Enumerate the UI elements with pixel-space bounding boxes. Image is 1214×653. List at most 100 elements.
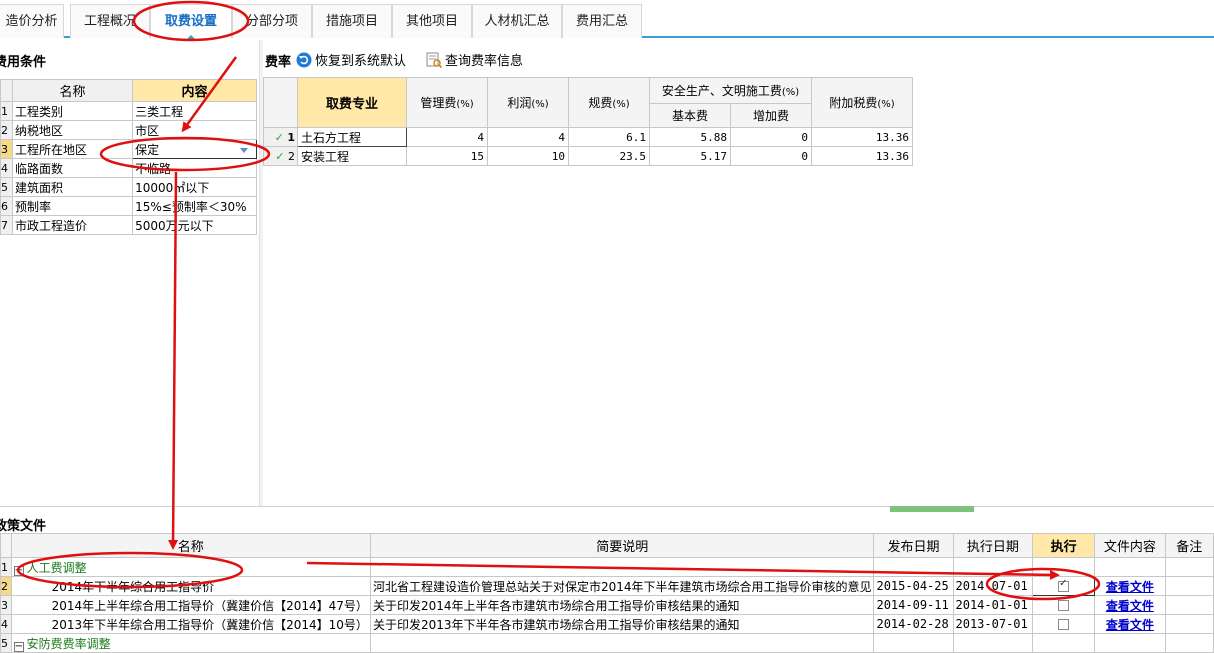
- condition-value[interactable]: 10000㎡以下: [132, 177, 257, 197]
- row-number-header: [263, 77, 298, 128]
- extra-fee-cell[interactable]: 0: [730, 127, 812, 147]
- column-header-content: 内容: [132, 79, 257, 102]
- main-tab-bar: 造价分析 工程概况 取费设置 分部分项 措施项目 其他项目 人材机汇总 费用汇总: [0, 0, 1214, 40]
- policy-name: 2014年上半年综合用工指导价（冀建价信【2014】47号）: [10, 595, 371, 615]
- condition-row: 3 工程所在地区 保定: [0, 139, 257, 159]
- policy-row[interactable]: 3 2014年上半年综合用工指导价（冀建价信【2014】47号） 关于印发201…: [0, 595, 1214, 615]
- execute-cell[interactable]: [1032, 576, 1096, 596]
- view-file-link[interactable]: 查看文件: [1106, 618, 1154, 632]
- policy-name: 2014年下半年综合用工指导价: [10, 576, 371, 596]
- query-rate-info-label: 查询费率信息: [445, 54, 524, 69]
- policy-row[interactable]: 2 2014年下半年综合用工指导价 河北省工程建设造价管理总站关于对保定市201…: [0, 576, 1214, 596]
- publish-date: 2014-02-28: [873, 614, 954, 634]
- collapse-icon[interactable]: −: [13, 641, 24, 652]
- row-number: 2: [0, 576, 12, 596]
- row-number: 2: [0, 120, 13, 140]
- row-number: 4: [0, 614, 12, 634]
- profit-cell[interactable]: 10: [487, 146, 569, 166]
- file-content-cell: 查看文件: [1094, 614, 1166, 634]
- restore-default-button[interactable]: 恢复到系统默认: [296, 50, 406, 69]
- tab-measures[interactable]: 措施项目: [312, 4, 392, 38]
- view-file-link[interactable]: 查看文件: [1106, 599, 1154, 613]
- column-header-publish-date: 发布日期: [873, 533, 954, 558]
- column-header-name: 名称: [11, 79, 134, 102]
- query-rate-info-button[interactable]: 查询费率信息: [426, 50, 523, 69]
- check-icon: ✓: [275, 149, 285, 163]
- column-header-note: 备注: [1164, 533, 1214, 558]
- publish-date: 2014-09-11: [873, 595, 954, 615]
- condition-value[interactable]: 三类工程: [132, 101, 257, 121]
- condition-name: 工程类别: [11, 101, 134, 121]
- row-number: 5: [0, 177, 13, 197]
- column-header-description: 简要说明: [369, 533, 875, 558]
- condition-value[interactable]: 5000万元以下: [132, 215, 257, 235]
- condition-value[interactable]: 市区: [132, 120, 257, 140]
- view-file-link[interactable]: 查看文件: [1106, 580, 1154, 594]
- region-dropdown-value: 保定: [135, 142, 160, 157]
- restore-icon: [296, 52, 312, 68]
- profit-cell[interactable]: 4: [487, 127, 569, 147]
- condition-value[interactable]: 15%≤预制率＜30%: [132, 196, 257, 216]
- base-fee-cell[interactable]: 5.88: [649, 127, 731, 147]
- fees-cell[interactable]: 23.5: [568, 146, 650, 166]
- fee-rate-grid: 取费专业 管理费(%) 利润(%) 规费(%) 安全生产、文明施工费(%) 附加…: [263, 77, 913, 166]
- row-number: 5: [0, 633, 12, 653]
- management-fee-cell[interactable]: 15: [406, 146, 488, 166]
- condition-row: 5 建筑面积 10000㎡以下: [0, 177, 257, 197]
- policy-description: 关于印发2014年上半年各市建筑市场综合用工指导价审核结果的通知: [369, 595, 875, 615]
- chevron-down-icon[interactable]: [240, 147, 248, 153]
- column-header-fees: 规费(%): [568, 77, 650, 128]
- condition-name: 临路面数: [11, 158, 134, 178]
- splitter-grip[interactable]: [890, 506, 974, 512]
- surtax-cell[interactable]: 13.36: [811, 127, 913, 147]
- execute-cell[interactable]: [1032, 614, 1096, 634]
- tab-fee-summary[interactable]: 费用汇总: [562, 4, 642, 38]
- rate-row[interactable]: ✓ 2 安装工程 15 10 23.5 5.17 0 13.36: [263, 146, 913, 166]
- tab-cost-analysis[interactable]: 造价分析: [0, 4, 64, 38]
- fee-conditions-title: 费用条件: [0, 55, 47, 70]
- condition-row: 2 纳税地区 市区: [0, 120, 257, 140]
- column-header-specialty: 取费专业: [297, 77, 407, 128]
- policy-files-title: 政策文件: [0, 519, 47, 534]
- row-number-header: [0, 79, 13, 102]
- column-header-exec-date: 执行日期: [952, 533, 1034, 558]
- group-name-cell[interactable]: − 安防费费率调整: [10, 633, 371, 653]
- surtax-cell[interactable]: 13.36: [811, 146, 913, 166]
- rate-row[interactable]: ✓ 1 土石方工程 4 4 6.1 5.88 0 13.36: [263, 127, 913, 147]
- condition-value[interactable]: 不临路: [132, 158, 257, 178]
- specialty-cell[interactable]: 安装工程: [297, 146, 407, 166]
- condition-name: 预制率: [11, 196, 134, 216]
- tab-other-items[interactable]: 其他项目: [392, 4, 472, 38]
- tab-project-overview[interactable]: 工程概况: [70, 4, 150, 38]
- tab-labor-material-summary[interactable]: 人材机汇总: [472, 4, 562, 38]
- policy-description: 关于印发2013年下半年各市建筑市场综合用工指导价审核结果的通知: [369, 614, 875, 634]
- row-number: 3: [0, 139, 13, 159]
- publish-date: 2015-04-25: [873, 576, 954, 596]
- group-name-cell[interactable]: − 人工费调整: [10, 557, 371, 577]
- policy-group-row[interactable]: 5 − 安防费费率调整: [0, 633, 1214, 653]
- file-content-cell: 查看文件: [1094, 595, 1166, 615]
- condition-row: 4 临路面数 不临路: [0, 158, 257, 178]
- execute-cell[interactable]: [1032, 595, 1096, 615]
- condition-name: 纳税地区: [11, 120, 134, 140]
- restore-default-label: 恢复到系统默认: [315, 54, 407, 69]
- fees-cell[interactable]: 6.1: [568, 127, 650, 147]
- horizontal-splitter[interactable]: [0, 506, 1214, 507]
- column-header-execute: 执行: [1032, 533, 1096, 558]
- specialty-cell[interactable]: 土石方工程: [297, 127, 407, 147]
- policy-row[interactable]: 4 2013年下半年综合用工指导价（冀建价信【2014】10号） 关于印发201…: [0, 614, 1214, 634]
- extra-fee-cell[interactable]: 0: [730, 146, 812, 166]
- management-fee-cell[interactable]: 4: [406, 127, 488, 147]
- tab-sub-items[interactable]: 分部分项: [232, 4, 312, 38]
- collapse-icon[interactable]: −: [13, 565, 24, 576]
- policy-group-row[interactable]: 1 − 人工费调整: [0, 557, 1214, 577]
- base-fee-cell[interactable]: 5.17: [649, 146, 731, 166]
- execute-checkbox[interactable]: [1058, 619, 1070, 630]
- row-number: ✓ 1: [263, 127, 298, 147]
- condition-row: 7 市政工程造价 5000万元以下: [0, 215, 257, 235]
- execute-checkbox[interactable]: [1058, 578, 1070, 592]
- row-number: 1: [0, 557, 12, 577]
- region-dropdown[interactable]: 保定: [132, 139, 257, 159]
- tab-fee-settings[interactable]: 取费设置: [150, 4, 232, 40]
- execute-checkbox[interactable]: [1058, 600, 1070, 611]
